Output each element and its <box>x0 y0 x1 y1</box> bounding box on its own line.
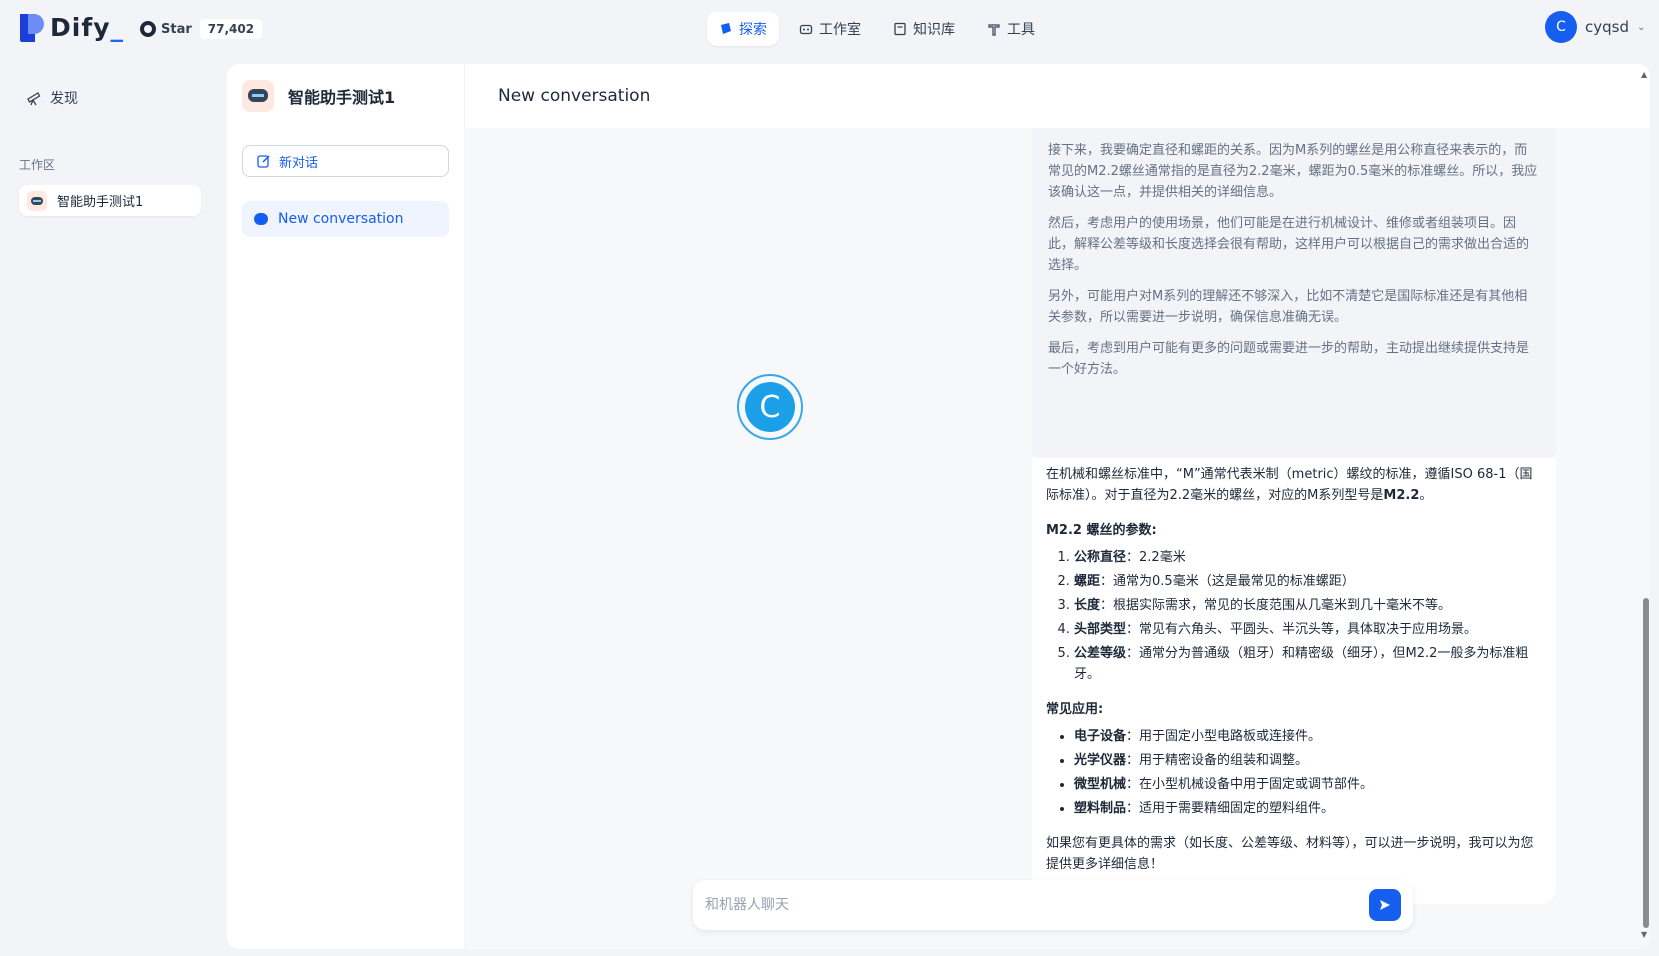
explore-icon <box>721 23 731 34</box>
book-icon <box>894 22 906 36</box>
brand-name: Dify_ <box>50 13 124 42</box>
edit-icon <box>257 155 270 168</box>
nav-explore[interactable]: 探索 <box>707 12 779 46</box>
params-heading: M2.2 螺丝的参数: <box>1046 523 1157 538</box>
send-button[interactable] <box>1369 889 1401 921</box>
robot-avatar-icon <box>27 190 47 211</box>
explore-sidebar: 发现 工作区 智能助手测试1 <box>0 58 222 956</box>
thought-paragraph: 另外，可能用户对M系列的理解还不够深入，比如不清楚它是国际标准还是有其他相关参数… <box>1048 289 1528 325</box>
list-item: 头部类型：常见有六角头、平圆头、半沉头等，具体取决于应用场景。 <box>1074 619 1542 640</box>
new-chat-button[interactable]: 新对话 <box>242 145 449 177</box>
app-header: 智能助手测试1 <box>242 80 395 112</box>
chat-bubble-icon <box>254 213 268 225</box>
github-star-label: Star <box>161 21 192 37</box>
list-item: 长度：根据实际需求，常见的长度范围从几毫米到几十毫米不等。 <box>1074 595 1542 616</box>
conversation-label: New conversation <box>278 211 404 227</box>
list-item: 光学仪器：用于精密设备的组装和调整。 <box>1074 750 1542 771</box>
answer-intro: 在机械和螺丝标准中，“M”通常代表米制（metric）螺纹的标准，遵循ISO 6… <box>1046 467 1533 503</box>
scroll-down-icon[interactable]: ▼ <box>1641 930 1647 939</box>
chat-messages: 接下来，我要确定直径和螺距的关系。因为M系列的螺丝是用公称直径来表示的，而常见的… <box>465 128 1650 949</box>
github-star-badge[interactable]: Star 77,402 <box>140 17 263 41</box>
workspace-title: 工作区 <box>19 158 56 172</box>
nav-tools-label: 工具 <box>1007 22 1035 38</box>
uses-list: 电子设备：用于固定小型电路板或连接件。 光学仪器：用于精密设备的组装和调整。 微… <box>1046 726 1542 819</box>
sidebar-item-discover[interactable]: 发现 <box>26 88 78 108</box>
chevron-down-icon: ⌄ <box>1636 21 1646 33</box>
uses-heading: 常见应用: <box>1046 702 1104 717</box>
dify-logo-icon <box>20 13 44 42</box>
conversation-title: New conversation <box>498 86 651 106</box>
robot-icon <box>799 24 813 35</box>
github-icon <box>140 21 156 37</box>
bot-answer: 在机械和螺丝标准中，“M”通常代表米制（metric）螺纹的标准，遵循ISO 6… <box>1032 458 1556 904</box>
scroll-up-icon[interactable]: ▲ <box>1641 70 1647 79</box>
thought-paragraph: 接下来，我要确定直径和螺距的关系。因为M系列的螺丝是用公称直径来表示的，而常见的… <box>1048 143 1538 200</box>
scrollbar[interactable]: ▲ ▼ <box>1641 70 1651 945</box>
bot-avatar-initial: C <box>745 382 795 432</box>
sidebar-app-label: 智能助手测试1 <box>57 195 144 210</box>
chat-input[interactable] <box>705 897 1369 913</box>
nav-studio-label: 工作室 <box>819 22 861 38</box>
chat-input-bar <box>693 880 1413 930</box>
github-star-count: 77,402 <box>199 19 263 39</box>
app-name: 智能助手测试1 <box>288 88 396 107</box>
params-list: 公称直径：2.2毫米 螺距：通常为0.5毫米（这是最常见的标准螺距） 长度：根据… <box>1046 547 1542 685</box>
list-item: 塑料制品：适用于需要精细固定的塑料组件。 <box>1074 798 1542 819</box>
sidebar-item-app[interactable]: 智能助手测试1 <box>19 185 201 216</box>
dify-logo[interactable]: Dify_ <box>20 13 124 42</box>
bot-avatar: C <box>737 374 803 440</box>
nav-tools[interactable]: 工具 <box>975 12 1047 46</box>
send-icon <box>1380 900 1390 910</box>
list-item: 螺距：通常为0.5毫米（这是最常见的标准螺距） <box>1074 571 1542 592</box>
nav-studio[interactable]: 工作室 <box>787 12 873 46</box>
hammer-icon <box>988 24 1000 36</box>
telescope-icon <box>27 92 41 106</box>
thought-paragraph: 最后，考虑到用户可能有更多的问题或需要进一步的帮助，主动提出继续提供支持是一个好… <box>1048 341 1530 377</box>
list-item: 微型机械：在小型机械设备中用于固定或调节部件。 <box>1074 774 1542 795</box>
main-nav: 探索 工作室 知识库 工具 <box>707 12 1047 46</box>
thought-paragraph: 然后，考虑用户的使用场景，他们可能是在进行机械设计、维修或者组装项目。因此，解释… <box>1048 216 1530 273</box>
list-item: 公差等级：通常分为普通级（粗牙）和精密级（细牙），但M2.2一般多为标准粗牙。 <box>1074 643 1542 685</box>
nav-explore-label: 探索 <box>739 22 767 38</box>
nav-knowledge-label: 知识库 <box>913 22 955 38</box>
conversation-sidebar: 智能助手测试1 新对话 New conversation <box>227 64 465 949</box>
nav-knowledge[interactable]: 知识库 <box>881 12 967 46</box>
robot-avatar-icon <box>242 80 274 112</box>
chat-panel: 智能助手测试1 新对话 New conversation New convers… <box>227 64 1650 949</box>
new-chat-label: 新对话 <box>279 155 319 171</box>
user-avatar: C <box>1545 11 1577 43</box>
user-name: cyqsd <box>1585 18 1629 36</box>
thinking-block: 接下来，我要确定直径和螺距的关系。因为M系列的螺丝是用公称直径来表示的，而常见的… <box>1032 128 1556 458</box>
list-item: 公称直径：2.2毫米 <box>1074 547 1542 568</box>
answer-closing: 如果您有更具体的需求（如长度、公差等级、材料等），可以进一步说明，我可以为您提供… <box>1046 836 1534 872</box>
discover-label: 发现 <box>50 91 78 107</box>
list-item: 电子设备：用于固定小型电路板或连接件。 <box>1074 726 1542 747</box>
conversation-item[interactable]: New conversation <box>242 201 449 237</box>
user-menu[interactable]: C cyqsd ⌄ <box>1545 11 1645 43</box>
top-nav-bar: Dify_ Star 77,402 探索 工作室 知识库 工具 C cyqsd … <box>0 0 1659 58</box>
scroll-thumb[interactable] <box>1643 598 1649 928</box>
